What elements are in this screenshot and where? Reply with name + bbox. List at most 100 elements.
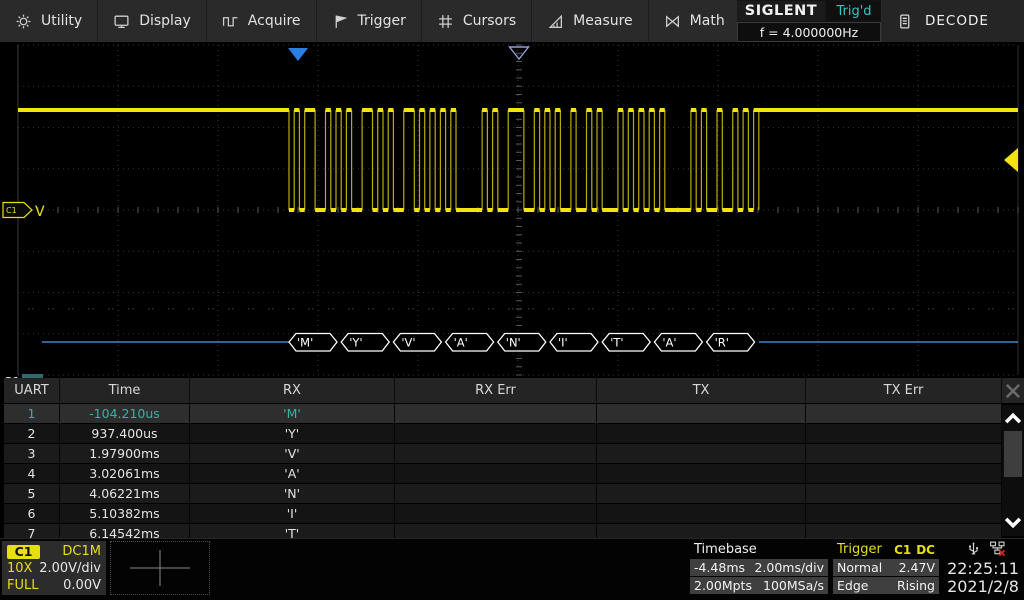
decode-bubble-char: 'Y' xyxy=(349,336,362,350)
timebase-scale: 2.00ms/div xyxy=(754,560,824,575)
table-cell xyxy=(806,484,1002,503)
table-row[interactable]: 31.97900ms'V' xyxy=(4,443,1002,463)
system-time: 22:25:11 xyxy=(946,559,1020,578)
table-cell xyxy=(597,504,806,523)
waveform-area[interactable]: C1V'M''Y''V''A''N''I''T''A''R' S1 Rx Tx xyxy=(0,42,1024,378)
table-cell: 1.97900ms xyxy=(60,444,190,463)
timebase-points: 2.00Mpts xyxy=(694,578,752,593)
column-header-tx: TX xyxy=(597,378,806,403)
trigger-title: Trigger xyxy=(837,542,882,557)
cursors-icon xyxy=(437,13,454,30)
table-cell: 'A' xyxy=(190,464,395,483)
timebase-samplerate: 100MSa/s xyxy=(763,578,824,593)
menu-item-display[interactable]: Display xyxy=(98,0,207,42)
channel1-zero-marker-label: C1 xyxy=(6,206,17,215)
timebase-panel[interactable]: Timebase -4.48ms 2.00ms/div 2.00Mpts 100… xyxy=(690,541,828,594)
channel1-zero-marker-unit: V xyxy=(35,204,45,220)
table-cell xyxy=(597,464,806,483)
gear-icon xyxy=(15,13,32,30)
table-cell xyxy=(806,404,1002,423)
table-row[interactable]: 54.06221ms'N' xyxy=(4,483,1002,503)
table-cell: 3 xyxy=(4,444,60,463)
decode-table-header: UARTTimeRXRX ErrTXTX Err xyxy=(4,378,1002,403)
table-cell: 'V' xyxy=(190,444,395,463)
table-cell xyxy=(395,484,597,503)
trigger-panel[interactable]: Trigger C1 DC Normal 2.47V Edge Rising xyxy=(833,541,939,594)
brand-status-box: SIGLENT Trig'd f = 4.000000Hz xyxy=(737,0,881,42)
table-row[interactable]: 2937.400us'Y' xyxy=(4,423,1002,443)
trigger-frequency-readout: f = 4.000000Hz xyxy=(737,22,881,42)
table-cell: 'Y' xyxy=(190,424,395,443)
table-cell: 'I' xyxy=(190,504,395,523)
menu-bar: Utility Display Acquire Trigger Cursors Measu… xyxy=(0,0,1024,42)
trigger-coupling: DC xyxy=(916,543,935,557)
channel1-scale: 2.00V/div xyxy=(39,561,101,576)
math-icon xyxy=(664,13,681,30)
chevron-up-icon xyxy=(1002,407,1024,429)
channel1-bandwidth: FULL xyxy=(7,578,38,593)
column-header-tx-err: TX Err xyxy=(806,378,1002,403)
table-cell xyxy=(597,484,806,503)
table-cell xyxy=(395,444,597,463)
usb-icon xyxy=(965,540,982,557)
timebase-delay: -4.48ms xyxy=(694,560,745,575)
table-row[interactable]: 65.10382ms'I' xyxy=(4,503,1002,523)
menu-item-math[interactable]: Math xyxy=(649,0,741,42)
trigger-delay-marker[interactable] xyxy=(288,48,308,61)
decode-bubble-char: 'N' xyxy=(506,336,521,350)
menu-item-cursors[interactable]: Cursors xyxy=(422,0,532,42)
menu-item-trigger[interactable]: Trigger xyxy=(317,0,422,42)
trigger-level-marker[interactable] xyxy=(1004,148,1018,172)
menu-item-utility[interactable]: Utility xyxy=(0,0,98,42)
flag-icon xyxy=(332,13,349,30)
network-error-icon xyxy=(989,540,1006,557)
table-cell: 937.400us xyxy=(60,424,190,443)
decode-bubble-char: 'A' xyxy=(662,336,676,350)
table-cell xyxy=(597,404,806,423)
decode-label: DECODE xyxy=(925,13,989,29)
close-icon xyxy=(1002,380,1024,402)
menu-items: Utility Display Acquire Trigger Cursors Measu… xyxy=(0,0,855,42)
acquire-icon xyxy=(222,13,239,30)
table-cell: 1 xyxy=(4,404,60,423)
table-scrollbar[interactable] xyxy=(1002,405,1024,536)
table-cell: 'M' xyxy=(190,404,395,423)
scroll-up-button[interactable] xyxy=(1002,405,1024,431)
table-cell xyxy=(806,444,1002,463)
channel1-panel[interactable]: C1 DC1M 10X 2.00V/div FULL 0.00V xyxy=(2,541,106,595)
channel1-probe: 10X xyxy=(7,561,32,576)
channel-add-slot[interactable] xyxy=(110,541,210,595)
table-cell: 'N' xyxy=(190,484,395,503)
table-cell xyxy=(395,404,597,423)
table-close-button[interactable] xyxy=(1002,378,1024,403)
column-header-rx: RX xyxy=(190,378,395,403)
scrollbar-thumb[interactable] xyxy=(1004,431,1022,477)
menu-item-label: Math xyxy=(690,13,725,29)
trigger-status-badge: Trig'd xyxy=(827,1,881,21)
oscilloscope-screen: Utility Display Acquire Trigger Cursors Measu… xyxy=(0,0,1024,600)
brand-logo: SIGLENT xyxy=(737,1,825,21)
table-cell: 6 xyxy=(4,504,60,523)
table-row[interactable]: 1-104.210us'M' xyxy=(4,403,1002,423)
decode-bubble-char: 'R' xyxy=(715,336,729,350)
timebase-title: Timebase xyxy=(690,541,828,558)
decode-table-body: 1-104.210us'M'2937.400us'Y'31.97900ms'V'… xyxy=(4,403,1002,543)
decode-menu-button[interactable]: DECODE xyxy=(882,0,1024,42)
decode-bubble-char: 'V' xyxy=(401,336,415,350)
table-cell xyxy=(806,464,1002,483)
scroll-down-button[interactable] xyxy=(1002,510,1024,536)
menu-item-acquire[interactable]: Acquire xyxy=(207,0,317,42)
table-cell: -104.210us xyxy=(60,404,190,423)
decode-table: UARTTimeRXRX ErrTXTX Err 1-104.210us'M'2… xyxy=(4,378,1002,543)
table-cell xyxy=(395,424,597,443)
menu-item-label: Cursors xyxy=(463,13,516,29)
trigger-type: Edge xyxy=(837,578,868,593)
uart-trace-edges xyxy=(289,110,759,210)
menu-item-label: Utility xyxy=(41,13,82,29)
chevron-down-icon xyxy=(1002,512,1024,534)
channel1-offset: 0.00V xyxy=(63,578,101,593)
menu-item-label: Acquire xyxy=(248,13,301,29)
table-cell: 3.02061ms xyxy=(60,464,190,483)
table-row[interactable]: 43.02061ms'A' xyxy=(4,463,1002,483)
menu-item-measure[interactable]: Measure xyxy=(532,0,649,42)
